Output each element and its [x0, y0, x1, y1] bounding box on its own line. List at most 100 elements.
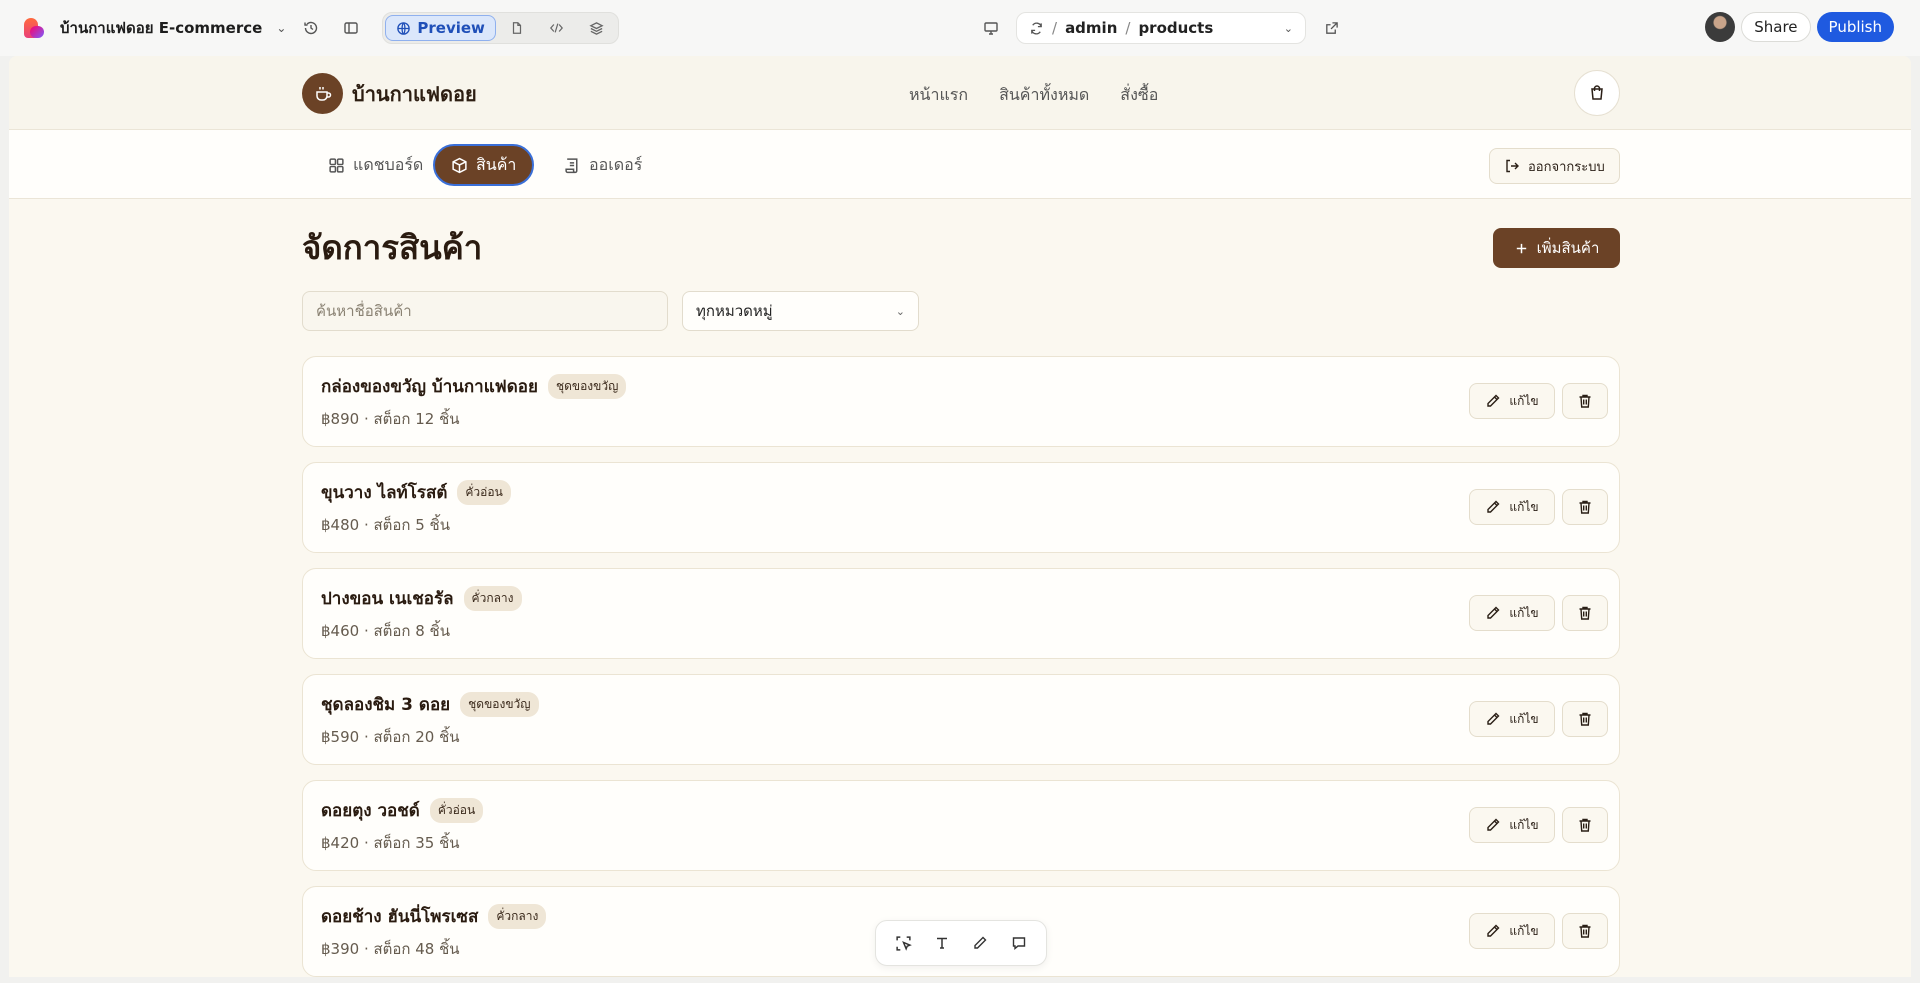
edit-button[interactable]: แก้ไข — [1469, 489, 1555, 525]
coffee-cup-icon — [302, 73, 343, 114]
add-product-label: เพิ่มสินค้า — [1536, 239, 1600, 257]
tab-dashboard-label: แดชบอร์ด — [353, 154, 424, 174]
floating-edit-toolbar — [875, 920, 1047, 966]
editor-left-group: บ้านกาแฟดอย E-commerce ⌄ Preview — [24, 0, 619, 56]
product-name: ปางขอน เนเชอรัล — [321, 589, 454, 609]
site-nav: หน้าแรก สินค้าทั้งหมด สั่งซื้อ — [909, 83, 1158, 108]
share-button[interactable]: Share — [1741, 12, 1811, 42]
category-select[interactable]: ทุกหมวดหมู่ ⌄ — [682, 291, 919, 331]
tab-dashboard[interactable]: แดชบอร์ด — [312, 144, 439, 186]
list-item: ดอยตุง วอชด์ คั่วอ่อน ฿420 · สต็อก 35 ชิ้… — [302, 780, 1620, 871]
site-header: บ้านกาแฟดอย หน้าแรก สินค้าทั้งหมด สั่งซื… — [9, 56, 1911, 130]
product-meta: ฿390 · สต็อก 48 ชิ้น — [321, 940, 460, 958]
pencil-icon — [1487, 712, 1500, 725]
desktop-icon[interactable] — [976, 13, 1006, 43]
nav-order[interactable]: สั่งซื้อ — [1120, 83, 1158, 108]
chevron-down-icon: ⌄ — [895, 304, 905, 318]
product-meta: ฿420 · สต็อก 35 ชิ้น — [321, 834, 460, 852]
sidebar-toggle-icon[interactable] — [336, 13, 366, 43]
site-brand[interactable]: บ้านกาแฟดอย — [302, 73, 477, 114]
category-badge: คั่วกลาง — [463, 586, 522, 611]
product-meta: ฿890 · สต็อก 12 ชิ้น — [321, 410, 460, 428]
list-item: ชุดลองชิม 3 ดอย ชุดของขวัญ ฿590 · สต็อก 2… — [302, 674, 1620, 765]
product-meta: ฿590 · สต็อก 20 ชิ้น — [321, 728, 460, 746]
select-element-icon[interactable] — [888, 928, 918, 958]
app-logo-icon[interactable] — [24, 18, 44, 38]
preview-label: Preview — [417, 19, 485, 37]
view-mode-switcher: Preview — [382, 12, 619, 44]
preview-frame: บ้านกาแฟดอย หน้าแรก สินค้าทั้งหมด สั่งซื… — [9, 56, 1911, 977]
edit-button[interactable]: แก้ไข — [1469, 913, 1555, 949]
brand-name: บ้านกาแฟดอย — [352, 81, 477, 106]
comment-icon[interactable] — [1004, 928, 1034, 958]
search-input[interactable]: ค้นหาชื่อสินค้า — [302, 291, 668, 331]
cart-button[interactable] — [1574, 70, 1620, 116]
refresh-icon[interactable] — [1029, 21, 1044, 36]
delete-button[interactable] — [1562, 383, 1608, 419]
file-icon[interactable] — [498, 15, 536, 41]
product-name: กล่องของขวัญ บ้านกาแฟดอย — [321, 377, 538, 397]
delete-button[interactable] — [1562, 701, 1608, 737]
avatar[interactable] — [1705, 12, 1736, 42]
project-name[interactable]: บ้านกาแฟดอย E-commerce — [60, 16, 262, 40]
delete-button[interactable] — [1562, 913, 1608, 949]
tab-products[interactable]: สินค้า — [433, 144, 535, 186]
chevron-down-icon[interactable]: ⌄ — [1284, 22, 1293, 35]
editor-url-group: / admin / products ⌄ — [976, 12, 1346, 44]
nav-home[interactable]: หน้าแรก — [909, 83, 968, 108]
logout-icon — [1506, 159, 1519, 173]
history-icon[interactable] — [296, 13, 326, 43]
category-badge: ชุดของขวัญ — [547, 374, 627, 399]
admin-tab-bar: แดชบอร์ด สินค้า ออเดอร์ ออกจากระบบ — [9, 130, 1911, 199]
chevron-down-icon[interactable]: ⌄ — [276, 21, 286, 35]
trash-icon — [1579, 606, 1591, 620]
product-name: ดอยตุง วอชด์ — [321, 801, 420, 821]
code-icon[interactable] — [538, 15, 576, 41]
preview-mode-button[interactable]: Preview — [385, 15, 496, 41]
box-icon — [452, 157, 467, 173]
globe-icon — [397, 21, 411, 35]
list-item: ปางขอน เนเชอรัล คั่วกลาง ฿460 · สต็อก 8 ช… — [302, 568, 1620, 659]
product-name: ชุดลองชิม 3 ดอย — [321, 695, 451, 715]
delete-button[interactable] — [1562, 807, 1608, 843]
editor-topbar: บ้านกาแฟดอย E-commerce ⌄ Preview / admin… — [0, 0, 1920, 56]
text-tool-icon[interactable] — [927, 928, 957, 958]
trash-icon — [1579, 500, 1591, 514]
external-link-icon[interactable] — [1316, 13, 1346, 43]
edit-button[interactable]: แก้ไข — [1469, 595, 1555, 631]
pencil-icon — [1487, 924, 1500, 937]
url-bar[interactable]: / admin / products ⌄ — [1016, 12, 1306, 44]
add-product-button[interactable]: เพิ่มสินค้า — [1493, 228, 1620, 268]
product-name: ขุนวาง ไลท์โรสต์ — [321, 483, 448, 503]
edit-button[interactable]: แก้ไข — [1469, 701, 1555, 737]
edit-button[interactable]: แก้ไข — [1469, 383, 1555, 419]
trash-icon — [1579, 394, 1591, 408]
tab-products-label: สินค้า — [476, 154, 517, 174]
tab-orders[interactable]: ออเดอร์ — [548, 144, 658, 186]
category-badge: คั่วอ่อน — [457, 480, 511, 505]
publish-button[interactable]: Publish — [1816, 12, 1894, 42]
pencil-icon[interactable] — [965, 928, 995, 958]
list-item: กล่องของขวัญ บ้านกาแฟดอย ชุดของขวัญ ฿890 … — [302, 356, 1620, 447]
pencil-icon — [1487, 818, 1500, 831]
logout-button[interactable]: ออกจากระบบ — [1489, 148, 1620, 184]
delete-button[interactable] — [1562, 595, 1608, 631]
delete-button[interactable] — [1562, 489, 1608, 525]
category-badge: คั่วอ่อน — [429, 798, 484, 823]
product-name: ดอยช้าง ฮันนี่โพรเซส — [321, 907, 479, 927]
logout-label: ออกจากระบบ — [1528, 159, 1605, 175]
layers-icon[interactable] — [578, 15, 616, 41]
trash-icon — [1579, 712, 1591, 726]
url-segment-1: admin — [1065, 19, 1118, 37]
page-title: จัดการสินค้า — [302, 228, 483, 267]
product-meta: ฿480 · สต็อก 5 ชิ้น — [321, 516, 450, 534]
tab-orders-label: ออเดอร์ — [589, 154, 643, 174]
pencil-icon — [1487, 394, 1500, 407]
nav-all-products[interactable]: สินค้าทั้งหมด — [999, 83, 1089, 108]
grid-icon — [329, 157, 344, 173]
edit-button[interactable]: แก้ไข — [1469, 807, 1555, 843]
list-item: ขุนวาง ไลท์โรสต์ คั่วอ่อน ฿480 · สต็อก 5 … — [302, 462, 1620, 553]
url-segment-2: products — [1138, 19, 1214, 37]
editor-right-group: Share Publish — [1705, 12, 1894, 42]
category-badge: ชุดของขวัญ — [460, 692, 539, 717]
